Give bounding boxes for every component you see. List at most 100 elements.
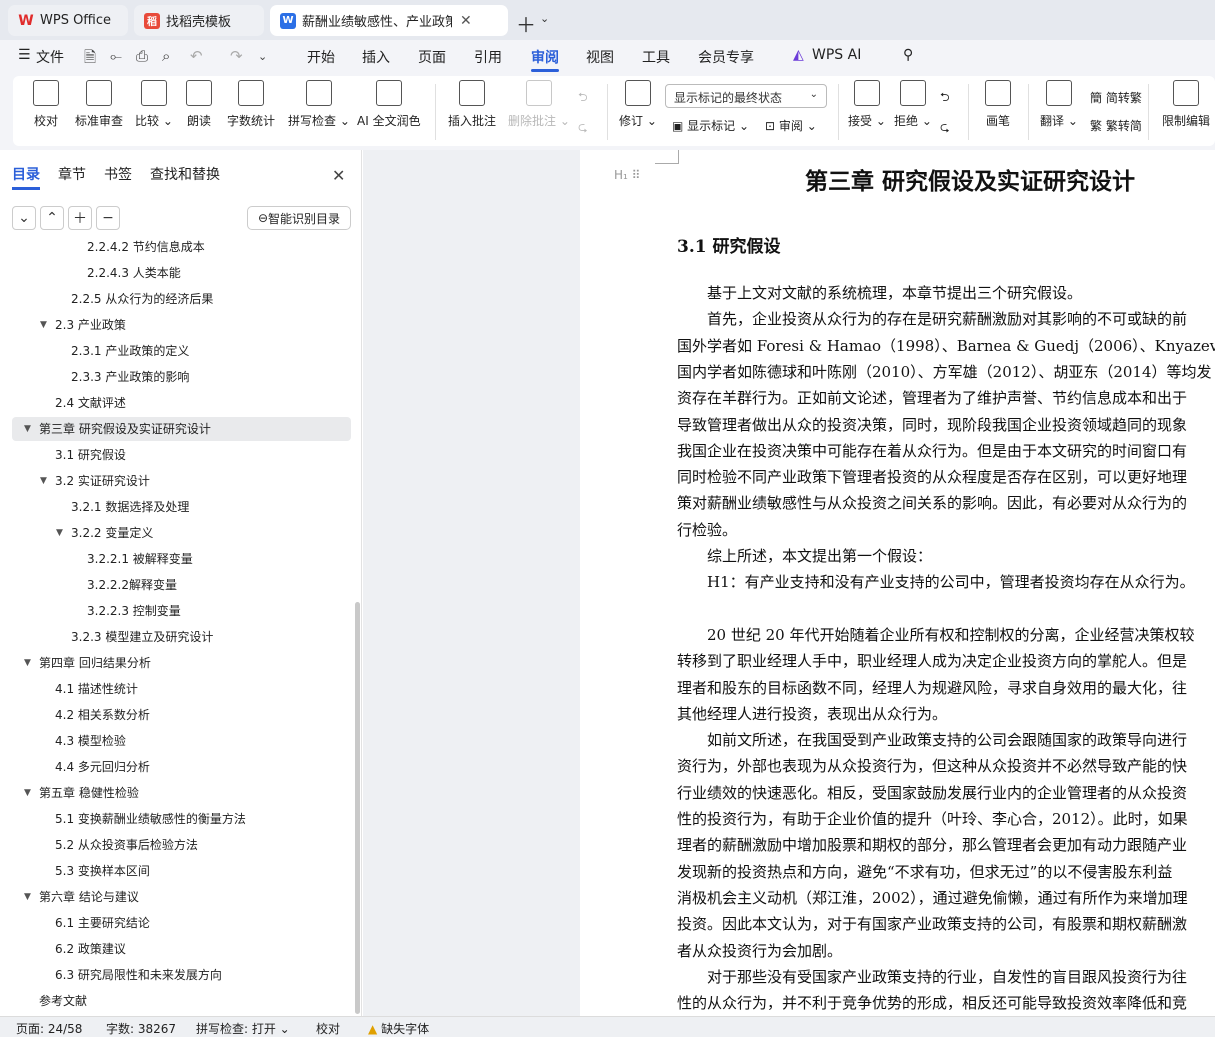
expand-arrow-icon[interactable]: ▼	[24, 417, 31, 441]
insert-comment-button[interactable]: 插入批注	[448, 80, 496, 129]
toc-item[interactable]: 5.2 从众投资事后检验方法	[12, 833, 351, 857]
menu-insert[interactable]: 插入	[362, 47, 390, 67]
translate-button[interactable]: 翻译 ⌄	[1040, 80, 1078, 129]
expand-arrow-icon[interactable]: ▼	[56, 521, 63, 545]
menu-reference[interactable]: 引用	[474, 47, 502, 67]
toc-item[interactable]: 3.2.3 模型建立及研究设计	[12, 625, 351, 649]
toc-item[interactable]: ▼ 3.2 实证研究设计	[12, 469, 351, 493]
word-count-button[interactable]: 字数统计	[227, 80, 275, 129]
document-page[interactable]: H₁ ⠿ 第三章 研究假设及实证研究设计 3.1 研究假设 基于上文对文献的系统…	[580, 150, 1215, 1016]
toc-item[interactable]: ▼ 2.3 产业政策	[12, 313, 351, 337]
toc-item[interactable]: ▼ 第六章 结论与建议	[12, 885, 351, 909]
toc-item[interactable]: 3.1 研究假设	[12, 443, 351, 467]
toc-item[interactable]: 2.4 文献评述	[12, 391, 351, 415]
toc-item[interactable]: 4.2 相关系数分析	[12, 703, 351, 727]
simp-to-trad-button[interactable]: 簡 简转繁	[1090, 89, 1142, 106]
menu-wps-ai[interactable]: WPS AI	[812, 47, 861, 63]
toc-item[interactable]: 3.2.2.3 控制变量	[12, 599, 351, 623]
expand-arrow-icon[interactable]: ▼	[40, 313, 47, 337]
revise-button[interactable]: 修订 ⌄	[619, 80, 657, 129]
spell-check-button[interactable]: 拼写检查 ⌄	[288, 80, 350, 129]
expand-arrow-icon[interactable]: ▼	[24, 651, 31, 675]
review-pane-button[interactable]: ⊡ 审阅 ⌄	[765, 117, 817, 134]
accept-button[interactable]: 接受 ⌄	[848, 80, 886, 129]
toc-item[interactable]: 4.3 模型检验	[12, 729, 351, 753]
tab-daoke-template[interactable]: 稻 找稻壳模板	[134, 5, 264, 36]
trad-to-simp-button[interactable]: 繁 繁转简	[1090, 117, 1142, 134]
menu-file[interactable]: 文件	[36, 47, 64, 67]
prev-comment-icon[interactable]: ⮌	[578, 88, 588, 109]
toc-item[interactable]: 2.2.4.2 节约信息成本	[12, 238, 351, 259]
toc-item[interactable]: 6.2 政策建议	[12, 937, 351, 961]
expand-arrow-icon[interactable]: ▼	[24, 781, 31, 805]
new-tab-icon[interactable]: ＋	[516, 9, 536, 38]
tab-wps-office[interactable]: W WPS Office	[8, 5, 128, 36]
toc-item[interactable]: 4.1 描述性统计	[12, 677, 351, 701]
next-comment-icon[interactable]: ⮎	[578, 118, 588, 139]
missing-font-status[interactable]: ▲ 缺失字体	[368, 1020, 429, 1037]
nav-scrollbar[interactable]	[355, 602, 360, 1014]
print-preview-icon[interactable]: ⌕	[162, 47, 170, 65]
read-aloud-button[interactable]: 朗读	[186, 80, 212, 129]
redo-icon[interactable]: ↷	[230, 47, 243, 65]
toc-item[interactable]: 2.3.3 产业政策的影响	[12, 365, 351, 389]
print-icon[interactable]: ⎙	[136, 47, 148, 65]
delete-comment-button[interactable]: 删除批注 ⌄	[508, 80, 570, 129]
show-markup-button[interactable]: ▣ 显示标记 ⌄	[672, 117, 749, 134]
toc-item[interactable]: ▼ 3.2.2 变量定义	[12, 521, 351, 545]
word-count[interactable]: 字数: 38267	[106, 1020, 176, 1037]
expand-arrow-icon[interactable]: ▼	[40, 469, 47, 493]
toc-item[interactable]: 4.4 多元回归分析	[12, 755, 351, 779]
markup-display-select[interactable]: 显示标记的最终状态 ⌄	[665, 84, 827, 108]
reject-button[interactable]: 拒绝 ⌄	[894, 80, 932, 129]
heading-handle[interactable]: H₁ ⠿	[614, 168, 640, 182]
compare-button[interactable]: 比较 ⌄	[135, 80, 173, 129]
nav-tab-toc[interactable]: 目录	[12, 164, 40, 184]
toc-item[interactable]: 3.2.1 数据选择及处理	[12, 495, 351, 519]
nav-tab-chapters[interactable]: 章节	[58, 164, 86, 184]
restrict-edit-button[interactable]: 限制编辑	[1162, 80, 1210, 129]
menu-review[interactable]: 审阅	[531, 47, 559, 67]
menu-view[interactable]: 视图	[586, 47, 614, 67]
toc-item[interactable]: 2.3.1 产业政策的定义	[12, 339, 351, 363]
toc-item[interactable]: 参考文献	[12, 989, 351, 1013]
toc-item[interactable]: 6.1 主要研究结论	[12, 911, 351, 935]
menu-tools[interactable]: 工具	[642, 47, 670, 67]
tab-document[interactable]: W 薪酬业绩敏感性、产业政策与企业投资从众行为 ✕	[270, 5, 508, 36]
expand-up-button[interactable]: ⌃	[40, 206, 64, 230]
search-icon[interactable]: ⚲	[903, 47, 913, 63]
next-revision-icon[interactable]: ⮎	[940, 118, 950, 139]
menu-page[interactable]: 页面	[418, 47, 446, 67]
proof-status[interactable]: 校对	[316, 1020, 340, 1037]
toc-item[interactable]: 5.3 变换样本区间	[12, 859, 351, 883]
page-count[interactable]: 页面: 24/58	[16, 1020, 82, 1037]
smart-toc-button[interactable]: ⊖ 智能识别目录	[247, 206, 351, 230]
toc-item[interactable]: 3.2.2.1 被解释变量	[12, 547, 351, 571]
spell-check-status[interactable]: 拼写检查: 打开 ⌄	[196, 1020, 290, 1037]
add-heading-button[interactable]: ＋	[68, 206, 92, 230]
toc-item[interactable]: 3.2.2.2解释变量	[12, 573, 351, 597]
prev-revision-icon[interactable]: ⮌	[940, 88, 950, 109]
menu-start[interactable]: 开始	[307, 47, 335, 67]
close-icon[interactable]: ✕	[332, 166, 345, 185]
pen-button[interactable]: 画笔	[985, 80, 1011, 129]
toc-item[interactable]: 5.1 变换薪酬业绩敏感性的衡量方法	[12, 807, 351, 831]
remove-heading-button[interactable]: −	[96, 206, 120, 230]
nav-tab-bookmarks[interactable]: 书签	[104, 164, 132, 184]
toc-item[interactable]: 2.2.5 从众行为的经济后果	[12, 287, 351, 311]
toc-item[interactable]: ▼ 第四章 回归结果分析	[12, 651, 351, 675]
toc-item[interactable]: 2.2.4.3 人类本能	[12, 261, 351, 285]
collapse-all-button[interactable]: ⌄	[12, 206, 36, 230]
close-tab-icon[interactable]: ✕	[460, 13, 472, 29]
chevron-down-icon[interactable]: ⌄	[540, 12, 549, 25]
nav-tab-find-replace[interactable]: 查找和替换	[150, 164, 220, 184]
more-chevron-icon[interactable]: ⌄	[258, 50, 267, 63]
undo-icon[interactable]: ↶	[190, 47, 203, 65]
save-icon[interactable]: 🗎	[84, 47, 96, 72]
menu-member[interactable]: 会员专享	[698, 47, 754, 67]
toc-item[interactable]: ▼ 第三章 研究假设及实证研究设计	[12, 417, 351, 441]
expand-arrow-icon[interactable]: ▼	[24, 885, 31, 909]
toc-item[interactable]: ▼ 第五章 稳健性检验	[12, 781, 351, 805]
share-icon[interactable]: ⟜	[110, 47, 122, 65]
toc-item[interactable]: 6.3 研究局限性和未来发展方向	[12, 963, 351, 987]
